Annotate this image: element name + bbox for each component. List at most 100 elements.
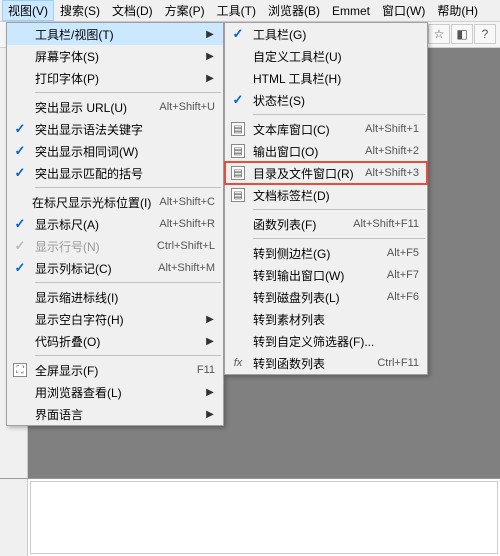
menu-item-label: 工具栏(G) (251, 26, 419, 43)
view-menu-item[interactable]: ✓显示标尺(A)Alt+Shift+R (7, 213, 223, 235)
menu-item-shortcut: Ctrl+F11 (369, 357, 419, 369)
icon-slot (225, 330, 251, 352)
toolbar-submenu-item[interactable]: 转到侧边栏(G)Alt+F5 (225, 242, 427, 264)
icon-slot (7, 403, 33, 425)
menu-project[interactable]: 方案(P) (159, 0, 211, 21)
view-menu-item[interactable]: 屏幕字体(S)▶ (7, 45, 223, 67)
menu-item-label: 突出显示相同词(W) (33, 143, 215, 160)
view-menu-item[interactable]: 显示空白字符(H)▶ (7, 308, 223, 330)
icon-slot (225, 286, 251, 308)
toolbar-submenu-item[interactable]: HTML 工具栏(H) (225, 67, 427, 89)
menu-item-shortcut: Alt+Shift+R (151, 218, 215, 230)
view-menu-item[interactable]: 突出显示 URL(U)Alt+Shift+U (7, 96, 223, 118)
view-menu-item[interactable]: ✓显示行号(N)Ctrl+Shift+L (7, 235, 223, 257)
menu-separator (35, 282, 221, 283)
toolbar-submenu-item[interactable]: 转到输出窗口(W)Alt+F7 (225, 264, 427, 286)
view-menu-item[interactable]: 代码折叠(O)▶ (7, 330, 223, 352)
theme-icon[interactable]: ◧ (451, 24, 473, 44)
menu-tools[interactable]: 工具(T) (211, 0, 262, 21)
icon-slot (225, 67, 251, 89)
toolbar-submenu-item[interactable]: ▤文本库窗口(C)Alt+Shift+1 (225, 118, 427, 140)
menu-item-shortcut: F11 (189, 364, 215, 376)
icon-slot (7, 45, 33, 67)
icon-slot (225, 213, 251, 235)
menu-item-label: 打印字体(P) (33, 70, 205, 87)
toolbar-submenu-item[interactable]: ▤目录及文件窗口(R)Alt+Shift+3 (225, 162, 427, 184)
view-menu-item[interactable]: ✓突出显示相同词(W) (7, 140, 223, 162)
menu-item-label: 目录及文件窗口(R) (251, 165, 357, 182)
toolbar-submenu-item[interactable]: ▤文档标签栏(D) (225, 184, 427, 206)
menu-separator (253, 209, 425, 210)
view-menu-item[interactable]: 界面语言▶ (7, 403, 223, 425)
menu-item-label: 工具栏/视图(T) (33, 26, 205, 43)
favorite-icon[interactable]: ☆ (428, 24, 450, 44)
menu-item-label: 屏幕字体(S) (33, 48, 205, 65)
check-icon: ✓ (225, 89, 251, 111)
menu-view[interactable]: 视图(V) (2, 0, 54, 21)
fx-icon: fx (225, 352, 251, 374)
menu-help[interactable]: 帮助(H) (431, 0, 484, 21)
toolbar-submenu-item[interactable]: fx转到函数列表Ctrl+F11 (225, 352, 427, 374)
view-menu-item[interactable]: 显示缩进标线(I) (7, 286, 223, 308)
view-menu-item[interactable]: ✓突出显示语法关键字 (7, 118, 223, 140)
menu-item-shortcut: Alt+Shift+3 (357, 167, 419, 179)
submenu-arrow-icon: ▶ (205, 409, 215, 420)
submenu-arrow-icon: ▶ (205, 336, 215, 347)
icon-slot (225, 242, 251, 264)
view-menu-item[interactable]: 在标尺显示光标位置(I)Alt+Shift+C (7, 191, 223, 213)
menu-search[interactable]: 搜索(S) (54, 0, 106, 21)
output-area[interactable] (30, 481, 498, 554)
panel-icon: ▤ (225, 140, 251, 162)
toolbar-submenu-item[interactable]: 转到自定义筛选器(F)... (225, 330, 427, 352)
menu-item-label: 文档标签栏(D) (251, 187, 419, 204)
help-icon[interactable]: ? (474, 24, 496, 44)
icon-slot (7, 96, 33, 118)
view-menu-item[interactable]: ✓突出显示匹配的括号 (7, 162, 223, 184)
submenu-arrow-icon: ▶ (205, 29, 215, 40)
menubar: 视图(V) 搜索(S) 文档(D) 方案(P) 工具(T) 浏览器(B) Emm… (0, 0, 500, 22)
icon-slot (7, 308, 33, 330)
view-menu-item[interactable]: 工具栏/视图(T)▶ (7, 23, 223, 45)
panel-icon: ▤ (225, 162, 251, 184)
menu-item-label: 转到输出窗口(W) (251, 267, 379, 284)
view-menu-item[interactable]: ⛶全屏显示(F)F11 (7, 359, 223, 381)
view-menu-item[interactable]: 用浏览器查看(L)▶ (7, 381, 223, 403)
toolbar-submenu-item[interactable]: 转到磁盘列表(L)Alt+F6 (225, 286, 427, 308)
toolbar-submenu-item[interactable]: 自定义工具栏(U) (225, 45, 427, 67)
menu-item-shortcut: Alt+F7 (379, 269, 419, 281)
menu-item-label: 转到侧边栏(G) (251, 245, 379, 262)
toolbar-submenu-item[interactable]: 函数列表(F)Alt+Shift+F11 (225, 213, 427, 235)
output-gutter (0, 479, 28, 556)
check-icon: ✓ (225, 23, 251, 45)
check-icon: ✓ (7, 213, 33, 235)
toolbar-submenu-item[interactable]: ▤输出窗口(O)Alt+Shift+2 (225, 140, 427, 162)
icon-slot (225, 45, 251, 67)
menu-item-label: 转到自定义筛选器(F)... (251, 333, 419, 350)
menu-item-label: 文本库窗口(C) (251, 121, 357, 138)
menu-browser[interactable]: 浏览器(B) (262, 0, 326, 21)
toolbar-submenu-item[interactable]: 转到素材列表 (225, 308, 427, 330)
menu-window[interactable]: 窗口(W) (376, 0, 431, 21)
menu-separator (253, 238, 425, 239)
view-menu-item[interactable]: ✓显示列标记(C)Alt+Shift+M (7, 257, 223, 279)
icon-slot (225, 308, 251, 330)
menu-item-label: 显示列标记(C) (33, 260, 150, 277)
menu-item-label: 显示行号(N) (33, 238, 149, 255)
menu-item-label: 显示缩进标线(I) (33, 289, 215, 306)
menu-item-label: 显示空白字符(H) (33, 311, 205, 328)
menu-document[interactable]: 文档(D) (106, 0, 159, 21)
menu-item-shortcut: Alt+Shift+U (151, 101, 215, 113)
toolbar-submenu-item[interactable]: ✓工具栏(G) (225, 23, 427, 45)
view-menu-item[interactable]: 打印字体(P)▶ (7, 67, 223, 89)
menu-item-label: 全屏显示(F) (33, 362, 189, 379)
submenu-arrow-icon: ▶ (205, 73, 215, 84)
view-menu-dropdown: 工具栏/视图(T)▶屏幕字体(S)▶打印字体(P)▶突出显示 URL(U)Alt… (6, 22, 224, 426)
menu-separator (35, 92, 221, 93)
toolbar-submenu-item[interactable]: ✓状态栏(S) (225, 89, 427, 111)
menu-item-label: 突出显示语法关键字 (33, 121, 215, 138)
icon-slot (7, 330, 33, 352)
fullscreen-icon: ⛶ (7, 359, 33, 381)
menu-item-label: 转到函数列表 (251, 355, 369, 372)
menu-emmet[interactable]: Emmet (326, 2, 376, 20)
menu-item-label: 转到磁盘列表(L) (251, 289, 379, 306)
